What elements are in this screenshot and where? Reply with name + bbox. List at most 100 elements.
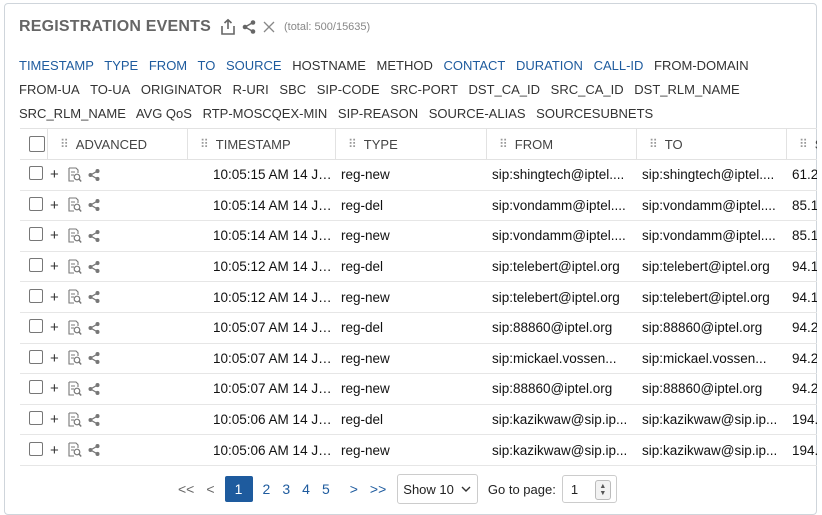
row-checkbox[interactable] xyxy=(29,166,43,181)
drag-handle-icon[interactable]: ⠿ xyxy=(799,137,808,151)
column-chip[interactable]: SBC xyxy=(279,82,306,97)
column-chip[interactable]: HOSTNAME xyxy=(292,58,366,73)
table-row[interactable]: +10:05:14 AM 14 Jul, ... reg-new sip:vonda… xyxy=(20,221,817,252)
drag-handle-icon[interactable]: ⠿ xyxy=(200,137,209,151)
page-button-1[interactable]: 1 xyxy=(224,476,253,502)
page-button-2[interactable]: 2 xyxy=(257,481,277,497)
row-checkbox[interactable] xyxy=(29,411,43,426)
page-stepper-icon[interactable]: ▲ ▼ xyxy=(594,480,611,500)
column-chip[interactable]: SRC_CA_ID xyxy=(551,82,624,97)
column-chip[interactable]: TIMESTAMP xyxy=(19,58,94,73)
share-icon[interactable] xyxy=(87,198,101,212)
expand-plus-icon[interactable]: + xyxy=(50,197,59,214)
drag-handle-icon[interactable]: ⠿ xyxy=(348,137,357,151)
table-row[interactable]: +10:05:06 AM 14 Jul, ... reg-new sip:kazik… xyxy=(20,435,817,466)
share-icon[interactable] xyxy=(87,382,101,396)
column-chip[interactable]: SRC-PORT xyxy=(390,82,458,97)
column-chip[interactable]: DST_RLM_NAME xyxy=(634,82,739,97)
page-button-3[interactable]: 3 xyxy=(276,481,296,497)
column-chip[interactable]: SIP-CODE xyxy=(317,82,380,97)
inspect-document-icon[interactable] xyxy=(67,289,82,305)
col-header-advanced[interactable]: ⠿ ADVANCED xyxy=(48,129,188,159)
column-chip[interactable]: SOURCE xyxy=(226,58,282,73)
column-chip[interactable]: CALL-ID xyxy=(594,58,644,73)
row-checkbox[interactable] xyxy=(29,349,43,364)
column-chip[interactable]: TO xyxy=(198,58,216,73)
column-chip[interactable]: TO-UA xyxy=(90,82,130,97)
expand-plus-icon[interactable]: + xyxy=(50,319,59,336)
page-size-select[interactable]: Show 10 xyxy=(397,474,478,504)
column-chip[interactable]: SOURCESUBNETS xyxy=(536,106,653,121)
inspect-document-icon[interactable] xyxy=(67,350,82,366)
share-icon[interactable] xyxy=(241,19,257,35)
row-checkbox[interactable] xyxy=(29,288,43,303)
inspect-document-icon[interactable] xyxy=(67,197,82,213)
table-row[interactable]: +10:05:07 AM 14 Jul, ... reg-new sip:micka… xyxy=(20,344,817,375)
share-icon[interactable] xyxy=(87,168,101,182)
first-page-button[interactable]: << xyxy=(172,481,200,497)
inspect-document-icon[interactable] xyxy=(67,228,82,244)
table-row[interactable]: +10:05:12 AM 14 Jul, ... reg-new sip:teleb… xyxy=(20,282,817,313)
column-chip[interactable]: METHOD xyxy=(377,58,433,73)
share-icon[interactable] xyxy=(87,321,101,335)
column-chip[interactable]: R-URI xyxy=(233,82,269,97)
table-row[interactable]: +10:05:07 AM 14 Jul, ... reg-new sip:88860… xyxy=(20,374,817,405)
share-icon[interactable] xyxy=(87,229,101,243)
column-chip[interactable]: DST_CA_ID xyxy=(469,82,541,97)
column-chip[interactable]: TYPE xyxy=(104,58,138,73)
inspect-document-icon[interactable] xyxy=(67,381,82,397)
inspect-document-icon[interactable] xyxy=(67,167,82,183)
table-row[interactable]: +10:05:14 AM 14 Jul, ... reg-del sip:vonda… xyxy=(20,191,817,222)
column-chip[interactable]: RTP-MOSCQEX-MIN xyxy=(203,106,328,121)
column-chip[interactable]: FROM-UA xyxy=(19,82,80,97)
expand-plus-icon[interactable]: + xyxy=(50,380,59,397)
next-page-button[interactable]: > xyxy=(344,481,364,497)
row-checkbox[interactable] xyxy=(29,227,43,242)
drag-handle-icon[interactable]: ⠿ xyxy=(649,137,658,151)
drag-handle-icon[interactable]: ⠿ xyxy=(499,137,508,151)
col-header-from[interactable]: ⠿ FROM xyxy=(487,129,637,159)
row-checkbox[interactable] xyxy=(29,441,43,456)
last-page-button[interactable]: >> xyxy=(364,481,392,497)
share-icon[interactable] xyxy=(87,351,101,365)
select-all-checkbox[interactable] xyxy=(29,136,45,152)
column-chip[interactable]: SOURCE-ALIAS xyxy=(429,106,526,121)
column-chip[interactable]: SRC_RLM_NAME xyxy=(19,106,126,121)
row-checkbox[interactable] xyxy=(29,258,43,273)
row-checkbox[interactable] xyxy=(29,319,43,334)
goto-page-input[interactable]: 1 ▲ ▼ xyxy=(561,475,617,503)
column-chip[interactable]: FROM-DOMAIN xyxy=(654,58,749,73)
col-header-timestamp[interactable]: ⠿ TIMESTAMP xyxy=(188,129,336,159)
inspect-document-icon[interactable] xyxy=(67,411,82,428)
table-row[interactable]: +10:05:07 AM 14 Jul, ... reg-del sip:88860… xyxy=(20,313,817,344)
expand-plus-icon[interactable]: + xyxy=(50,350,59,367)
expand-plus-icon[interactable]: + xyxy=(50,166,59,183)
column-chip[interactable]: CONTACT xyxy=(444,58,506,73)
table-row[interactable]: +10:05:12 AM 14 Jul, ... reg-del sip:teleb… xyxy=(20,252,817,283)
col-header-source[interactable]: ⠿ S xyxy=(787,129,817,159)
table-row[interactable]: +10:05:15 AM 14 Jul, ... reg-new sip:shing… xyxy=(20,160,817,191)
row-checkbox[interactable] xyxy=(29,196,43,211)
col-header-to[interactable]: ⠿ TO xyxy=(637,129,787,159)
inspect-document-icon[interactable] xyxy=(67,259,82,275)
share-icon[interactable] xyxy=(87,443,101,457)
column-chip[interactable]: AVG QoS xyxy=(136,106,192,121)
expand-plus-icon[interactable]: + xyxy=(50,227,59,244)
column-chip[interactable]: SIP-REASON xyxy=(338,106,418,121)
expand-plus-icon[interactable]: + xyxy=(50,411,59,428)
upload-icon[interactable] xyxy=(219,18,237,36)
column-chip[interactable]: FROM xyxy=(149,58,187,73)
row-checkbox[interactable] xyxy=(29,380,43,395)
share-icon[interactable] xyxy=(87,260,101,274)
share-icon[interactable] xyxy=(87,290,101,304)
close-icon[interactable] xyxy=(262,20,276,34)
expand-plus-icon[interactable]: + xyxy=(50,442,59,459)
expand-plus-icon[interactable]: + xyxy=(50,289,59,306)
page-button-4[interactable]: 4 xyxy=(296,481,316,497)
expand-plus-icon[interactable]: + xyxy=(50,258,59,275)
column-chip[interactable]: ORIGINATOR xyxy=(141,82,222,97)
inspect-document-icon[interactable] xyxy=(67,442,82,458)
drag-handle-icon[interactable]: ⠿ xyxy=(60,137,69,151)
table-row[interactable]: +10:05:06 AM 14 Jul, ... reg-del sip:kazik… xyxy=(20,405,817,436)
page-button-5[interactable]: 5 xyxy=(316,481,336,497)
